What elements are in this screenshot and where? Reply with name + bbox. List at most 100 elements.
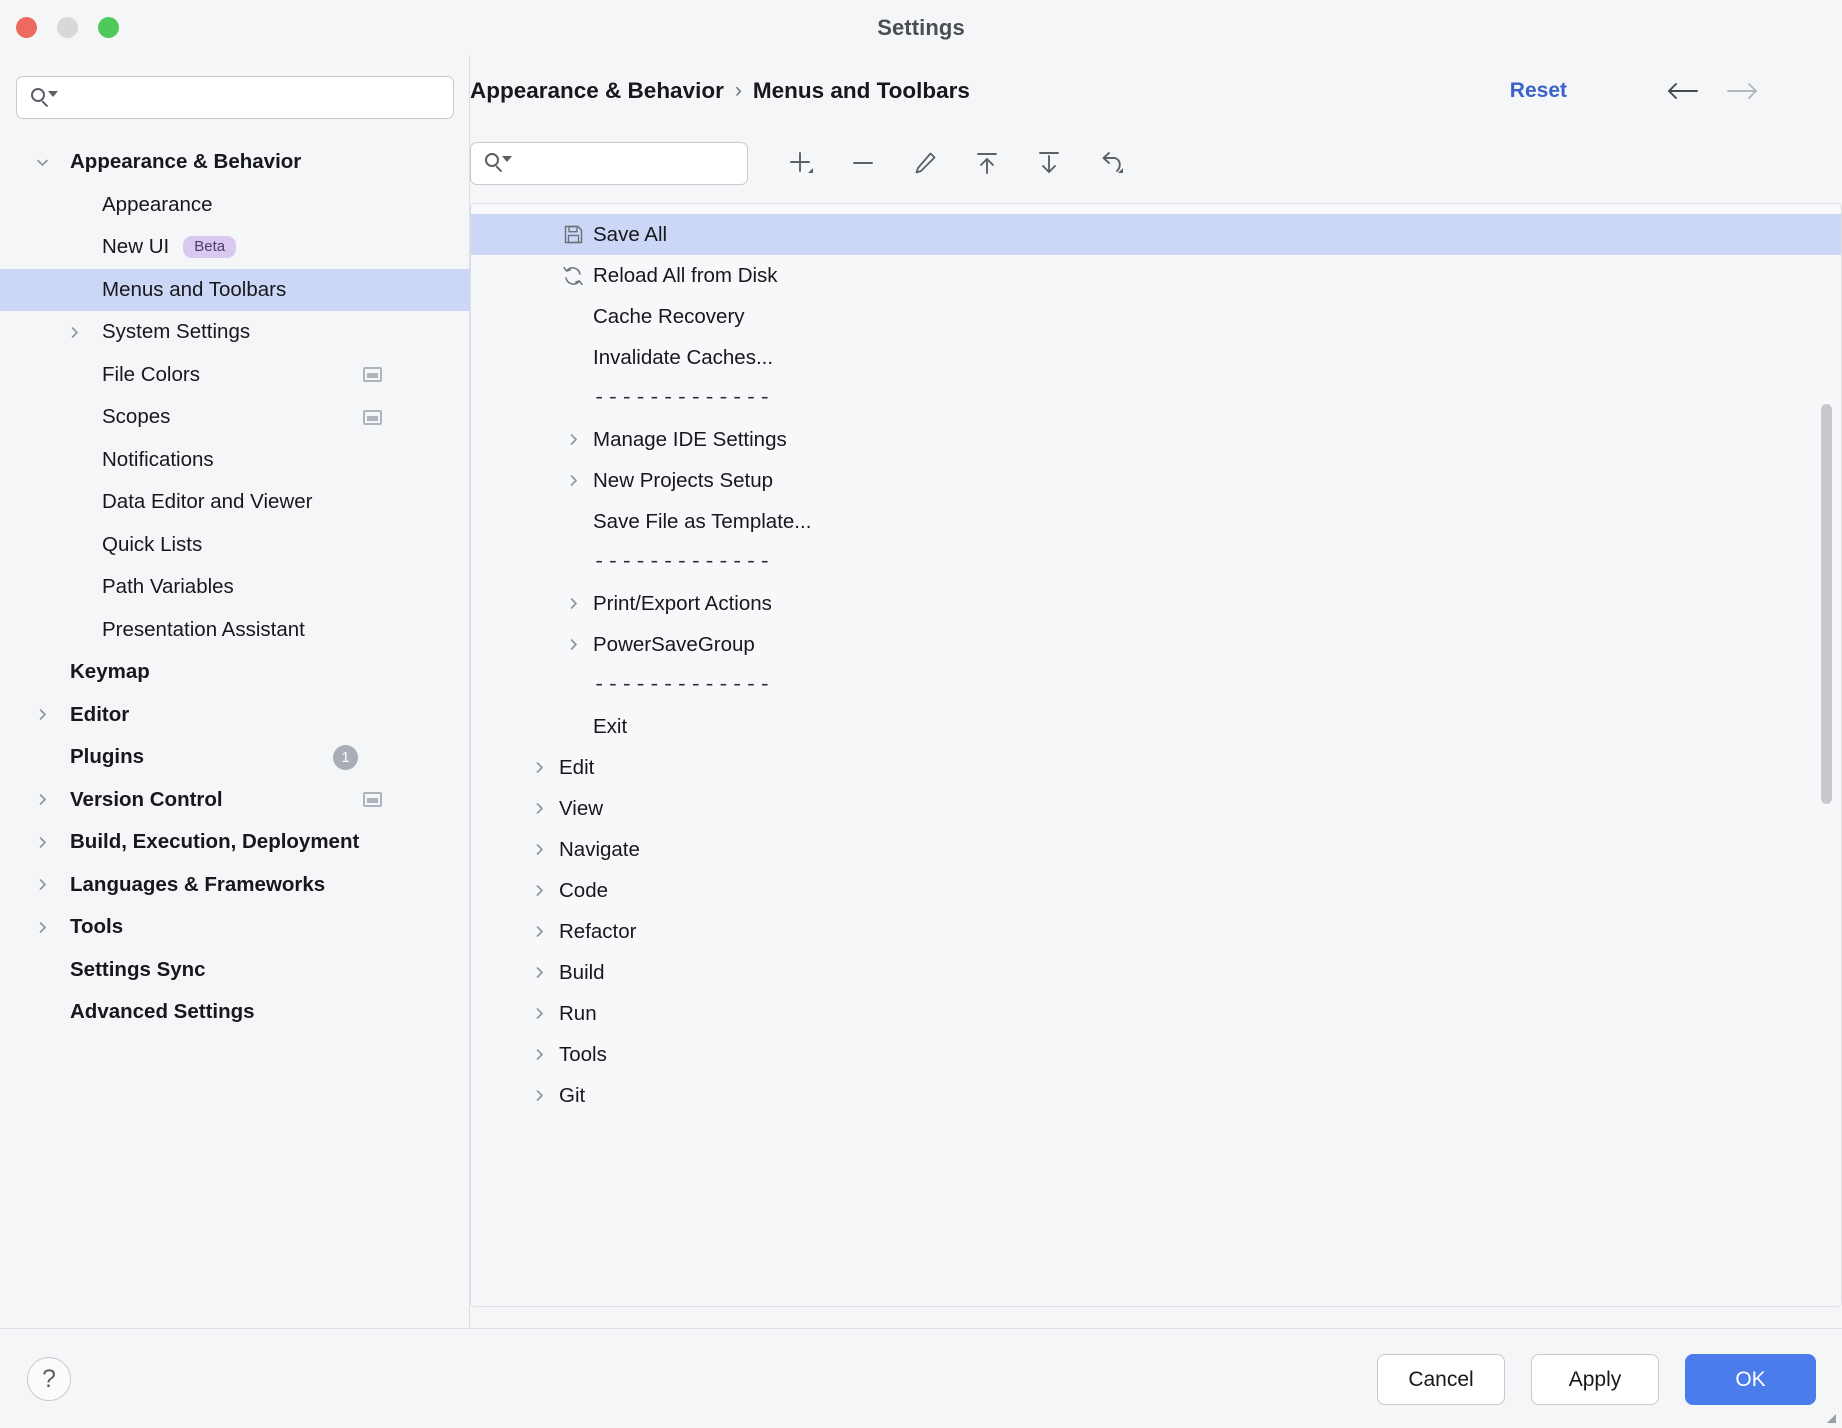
- sidebar-item-notifications[interactable]: Notifications: [0, 439, 470, 482]
- menu-item-code[interactable]: Code: [471, 870, 1841, 911]
- chevron-right-icon[interactable]: [527, 1084, 551, 1108]
- menu-item-navigate[interactable]: Navigate: [471, 829, 1841, 870]
- beta-badge: Beta: [183, 236, 237, 259]
- sidebar-item-data-editor-and-viewer[interactable]: Data Editor and Viewer: [0, 481, 470, 524]
- chevron-right-icon[interactable]: [527, 1002, 551, 1026]
- resize-grip-icon[interactable]: [1821, 1408, 1837, 1424]
- menu-item-refactor[interactable]: Refactor: [471, 911, 1841, 952]
- chevron-right-icon[interactable]: [527, 756, 551, 780]
- breadcrumb-root[interactable]: Appearance & Behavior: [470, 78, 724, 104]
- chevron-right-icon[interactable]: [561, 428, 585, 452]
- menu-separator-row[interactable]: -------------: [471, 542, 1841, 583]
- sidebar-item-label: File Colors: [102, 362, 200, 386]
- remove-button[interactable]: [840, 141, 885, 186]
- sidebar-item-languages-frameworks[interactable]: Languages & Frameworks: [0, 864, 470, 907]
- navigation-arrows: [1665, 79, 1760, 103]
- edit-button[interactable]: [902, 141, 947, 186]
- menu-item-new-projects-setup[interactable]: New Projects Setup: [471, 460, 1841, 501]
- menu-item-tools[interactable]: Tools: [471, 1034, 1841, 1075]
- apply-button[interactable]: Apply: [1531, 1354, 1659, 1405]
- chevron-right-icon[interactable]: [561, 592, 585, 616]
- chevron-right-icon[interactable]: [30, 703, 54, 727]
- sidebar-item-menus-and-toolbars[interactable]: Menus and Toolbars: [0, 268, 470, 311]
- menu-item-run[interactable]: Run: [471, 993, 1841, 1034]
- menu-item-exit[interactable]: Exit: [471, 706, 1841, 747]
- menu-item-save-file-as-template[interactable]: Save File as Template...: [471, 501, 1841, 542]
- chevron-right-icon[interactable]: [30, 915, 54, 939]
- sidebar-item-system-settings[interactable]: System Settings: [0, 311, 470, 354]
- sidebar-item-settings-sync[interactable]: Settings Sync: [0, 949, 470, 992]
- menu-item-manage-ide-settings[interactable]: Manage IDE Settings: [471, 419, 1841, 460]
- menu-item-print-export-actions[interactable]: Print/Export Actions: [471, 583, 1841, 624]
- menu-item-powersavegroup[interactable]: PowerSaveGroup: [471, 624, 1841, 665]
- menu-item-label: Save File as Template...: [593, 509, 812, 533]
- sidebar-item-tools[interactable]: Tools: [0, 906, 470, 949]
- sidebar-item-version-control[interactable]: Version Control: [0, 779, 470, 822]
- sidebar-item-label: Settings Sync: [70, 957, 206, 981]
- chevron-right-icon[interactable]: [30, 873, 54, 897]
- chevron-right-icon[interactable]: [30, 788, 54, 812]
- sidebar-item-plugins[interactable]: Plugins 1: [0, 736, 470, 779]
- chevron-right-icon[interactable]: [30, 830, 54, 854]
- chevron-down-icon[interactable]: [30, 150, 54, 174]
- chevron-right-icon[interactable]: [527, 838, 551, 862]
- sidebar-item-label: Data Editor and Viewer: [102, 490, 313, 514]
- sidebar-item-label: Scopes: [102, 405, 171, 429]
- menu-item-label: PowerSaveGroup: [593, 632, 755, 656]
- ok-button[interactable]: OK: [1685, 1354, 1816, 1405]
- chevron-right-icon[interactable]: [62, 320, 86, 344]
- sidebar-search[interactable]: [16, 76, 454, 119]
- menu-item-build[interactable]: Build: [471, 952, 1841, 993]
- menu-item-edit[interactable]: Edit: [471, 747, 1841, 788]
- chevron-right-icon[interactable]: [527, 920, 551, 944]
- sidebar-item-presentation-assistant[interactable]: Presentation Assistant: [0, 609, 470, 652]
- menu-structure-panel: Save All Reload All from Disk Cache Recove…: [470, 203, 1842, 1307]
- menu-item-label: Refactor: [559, 919, 637, 943]
- move-down-button[interactable]: [1026, 141, 1071, 186]
- sidebar-item-label: Appearance & Behavior: [70, 150, 302, 174]
- menu-filter-search[interactable]: [470, 141, 760, 185]
- menu-separator-row[interactable]: -------------: [471, 378, 1841, 419]
- sidebar-item-label: System Settings: [102, 320, 251, 344]
- chevron-right-icon[interactable]: [561, 469, 585, 493]
- sidebar-item-file-colors[interactable]: File Colors: [0, 354, 470, 397]
- sidebar-item-editor[interactable]: Editor: [0, 694, 470, 737]
- chevron-right-icon[interactable]: [561, 633, 585, 657]
- sidebar-item-appearance-behavior[interactable]: Appearance & Behavior: [0, 141, 470, 184]
- move-up-button[interactable]: [964, 141, 1009, 186]
- menu-item-view[interactable]: View: [471, 788, 1841, 829]
- chevron-right-icon[interactable]: [527, 1043, 551, 1067]
- sidebar-item-label: Presentation Assistant: [102, 617, 305, 641]
- chevron-right-icon[interactable]: [527, 961, 551, 985]
- chevron-right-icon[interactable]: [527, 879, 551, 903]
- back-arrow-icon[interactable]: [1665, 79, 1699, 103]
- add-button[interactable]: [778, 141, 823, 186]
- menu-item-cache-recovery[interactable]: Cache Recovery: [471, 296, 1841, 337]
- sidebar-item-label: Notifications: [102, 447, 214, 471]
- sidebar-item-keymap[interactable]: Keymap: [0, 651, 470, 694]
- sidebar-item-advanced-settings[interactable]: Advanced Settings: [0, 991, 470, 1034]
- sidebar-item-scopes[interactable]: Scopes: [0, 396, 470, 439]
- sidebar-search-input[interactable]: [57, 86, 453, 109]
- reset-button[interactable]: Reset: [1510, 79, 1567, 103]
- breadcrumb: Appearance & Behavior › Menus and Toolba…: [470, 78, 970, 104]
- vertical-scrollbar[interactable]: [1821, 404, 1832, 804]
- menu-item-git[interactable]: Git: [471, 1075, 1841, 1116]
- menu-separator-row[interactable]: -------------: [471, 665, 1841, 706]
- cancel-button[interactable]: Cancel: [1377, 1354, 1505, 1405]
- sidebar-item-quick-lists[interactable]: Quick Lists: [0, 524, 470, 567]
- menu-item-label: Run: [559, 1001, 597, 1025]
- menu-item-reload-all-from-disk[interactable]: Reload All from Disk: [471, 255, 1841, 296]
- sidebar-item-path-variables[interactable]: Path Variables: [0, 566, 470, 609]
- menu-item-invalidate-caches[interactable]: Invalidate Caches...: [471, 337, 1841, 378]
- forward-arrow-icon[interactable]: [1726, 79, 1760, 103]
- menu-item-save-all[interactable]: Save All: [471, 214, 1841, 255]
- help-button[interactable]: ?: [27, 1357, 71, 1401]
- menu-filter-input[interactable]: [511, 152, 760, 174]
- menu-item-label: Print/Export Actions: [593, 591, 772, 615]
- chevron-right-icon[interactable]: [527, 797, 551, 821]
- sidebar-item-build-execution-deployment[interactable]: Build, Execution, Deployment: [0, 821, 470, 864]
- sidebar-item-new-ui[interactable]: New UI Beta: [0, 226, 470, 269]
- sidebar-item-appearance[interactable]: Appearance: [0, 184, 470, 227]
- restore-button[interactable]: [1088, 141, 1133, 186]
